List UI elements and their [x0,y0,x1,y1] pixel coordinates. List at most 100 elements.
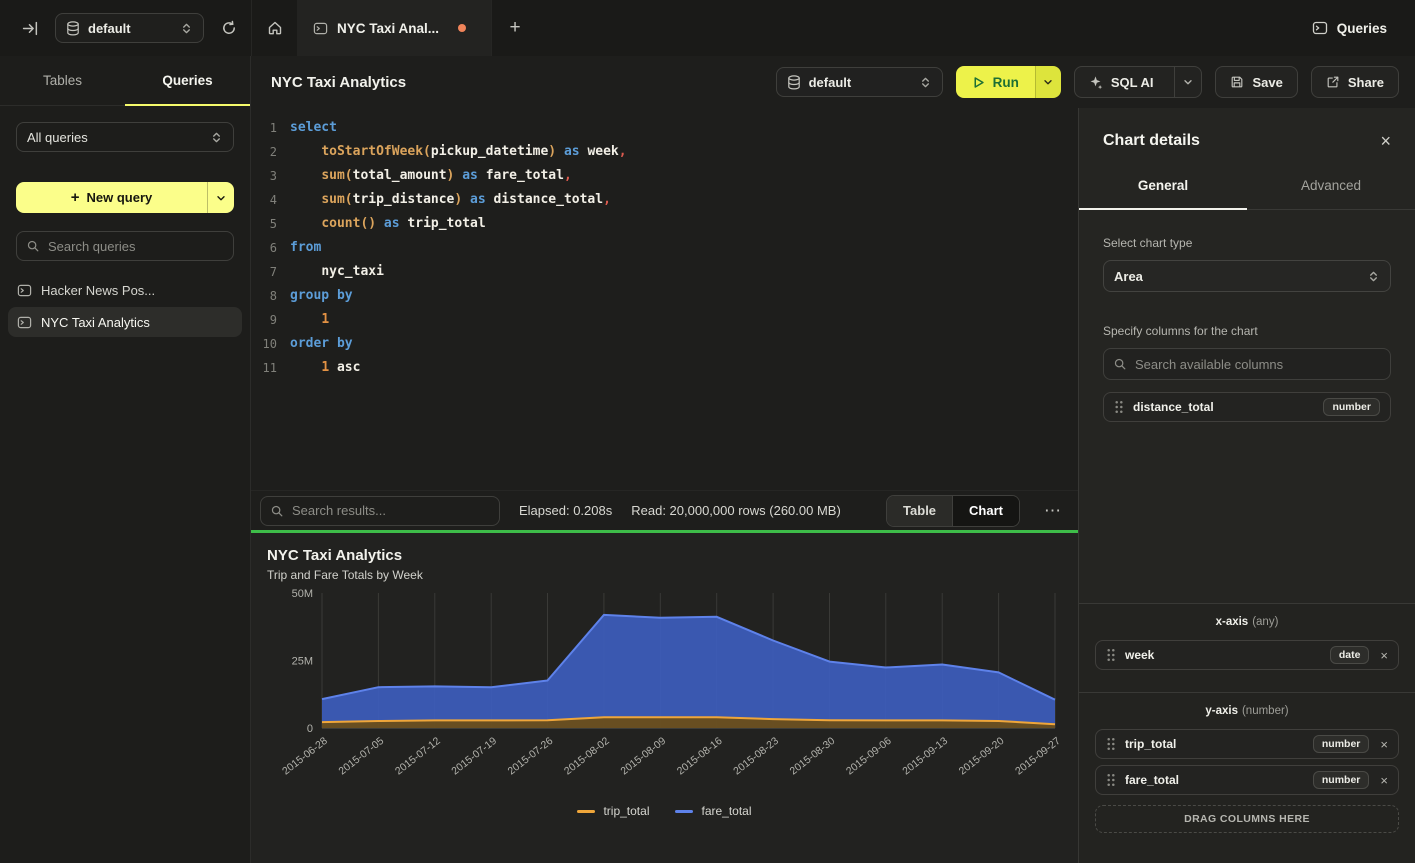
axis-configuration: x-axis(any) weekdate× y-axis(number) tri… [1079,603,1415,863]
new-query-button[interactable]: + New query [16,182,207,213]
search-icon [1113,357,1127,371]
refresh-icon [221,20,237,36]
database-selector[interactable]: default [55,13,204,43]
search-queries-input[interactable] [48,239,224,254]
sidebar-search-box [16,231,234,261]
code-line[interactable]: 7 nyc_taxi [251,260,1078,284]
chevron-down-icon [215,192,227,204]
x-tick-label: 2015-09-27 [1013,735,1062,778]
run-button[interactable]: Run [956,66,1035,98]
results-toolbar: Elapsed: 0.208s Read: 20,000,000 rows (2… [251,490,1078,530]
remove-column-button[interactable]: × [1380,649,1388,662]
line-number: 4 [251,188,277,212]
header-database-selector[interactable]: default [776,67,943,97]
query-list-item[interactable]: Hacker News Pos... [8,275,242,305]
column-name: fare_total [1125,773,1179,787]
share-icon [1326,75,1340,89]
x-tick-label: 2015-08-02 [562,735,612,778]
run-button-label: Run [993,75,1019,90]
refresh-button[interactable] [215,14,243,42]
sql-ai-menu-button[interactable] [1174,67,1201,97]
column-type-badge: number [1323,398,1380,416]
code-line[interactable]: 6from [251,236,1078,260]
sidebar-tab-tables[interactable]: Tables [0,56,125,105]
queries-filter-select[interactable]: All queries [16,122,234,152]
search-columns-input[interactable] [1135,357,1381,372]
search-results-input[interactable] [292,503,490,518]
sparkle-icon [1088,75,1103,90]
area-fare_total [322,615,1055,728]
share-button[interactable]: Share [1311,66,1399,98]
database-icon [787,75,801,90]
tab-nyc-taxi-analytics[interactable]: NYC Taxi Anal... [297,0,492,56]
x-tick-label: 2015-08-16 [675,735,725,778]
line-number: 11 [251,356,277,380]
line-number: 1 [251,116,277,140]
sql-ai-button[interactable]: SQL AI [1075,67,1167,97]
drag-handle-icon[interactable] [1106,737,1116,751]
code-line[interactable]: 8group by [251,284,1078,308]
save-button[interactable]: Save [1215,66,1297,98]
column-type-badge: number [1313,735,1370,753]
drag-handle-icon[interactable] [1106,773,1116,787]
close-panel-button[interactable]: × [1380,132,1391,150]
tab-title: NYC Taxi Anal... [337,21,439,36]
code-line[interactable]: 4 sum(trip_distance) as distance_total, [251,188,1078,212]
sidebar-tab-queries[interactable]: Queries [125,56,250,105]
view-toggle-table[interactable]: Table [887,496,952,526]
legend-label: trip_total [603,804,649,818]
code-line[interactable]: 1select [251,116,1078,140]
code-line[interactable]: 5 count() as trip_total [251,212,1078,236]
sql-editor[interactable]: 1select2 toStartOfWeek(pickup_datetime) … [251,108,1078,490]
code-line[interactable]: 9 1 [251,308,1078,332]
code-line[interactable]: 3 sum(total_amount) as fare_total, [251,164,1078,188]
chart-type-value: Area [1114,269,1143,284]
drag-handle-icon[interactable] [1106,648,1116,662]
code-line[interactable]: 10order by [251,332,1078,356]
drag-handle-icon[interactable] [1114,400,1124,414]
code-line[interactable]: 11 1 asc [251,356,1078,380]
x-tick-label: 2015-09-13 [900,735,950,778]
column-chip-distance_total[interactable]: distance_total number [1103,392,1391,422]
legend-item-fare_total[interactable]: fare_total [675,804,751,818]
remove-column-button[interactable]: × [1380,774,1388,787]
sidebar: TablesQueries All queries + New query Ha… [0,56,251,863]
home-tab-button[interactable] [252,0,297,56]
new-query-menu-button[interactable] [207,182,234,213]
column-type-badge: date [1330,646,1370,664]
read-stats-label: Read: 20,000,000 rows (260.00 MB) [631,503,841,518]
legend-item-trip_total[interactable]: trip_total [577,804,649,818]
column-chip-fare_total[interactable]: fare_totalnumber× [1095,765,1399,795]
chart-type-select[interactable]: Area [1103,260,1391,292]
code-line[interactable]: 2 toStartOfWeek(pickup_datetime) as week… [251,140,1078,164]
save-button-label: Save [1252,75,1282,90]
legend-swatch [675,810,693,813]
collapse-sidebar-button[interactable] [16,14,44,42]
query-list-item[interactable]: NYC Taxi Analytics [8,307,242,337]
drop-zone[interactable]: DRAG COLUMNS HERE [1095,805,1399,833]
y-tick-label: 0 [307,723,313,735]
query-item-label: NYC Taxi Analytics [41,315,150,330]
column-name: trip_total [1125,737,1176,751]
queries-button[interactable]: Queries [1312,20,1387,36]
x-tick-label: 2015-07-12 [393,735,443,778]
view-toggle-chart[interactable]: Chart [952,496,1019,526]
remove-column-button[interactable]: × [1380,738,1388,751]
run-options-button[interactable] [1035,66,1061,98]
panel-tab-general[interactable]: General [1079,162,1247,209]
panel-tab-advanced[interactable]: Advanced [1247,162,1415,209]
view-toggle: TableChart [886,495,1020,527]
column-name: week [1125,648,1154,662]
y-axis-header: y-axis(number) [1095,705,1399,721]
x-axis-label: x-axis [1216,616,1249,628]
column-name: distance_total [1133,400,1214,414]
chevron-updown-icon [1367,270,1380,283]
column-chip-trip_total[interactable]: trip_total number × [1095,729,1399,759]
new-tab-button[interactable]: + [492,0,538,56]
x-tick-label: 2015-08-30 [788,735,838,778]
more-options-button[interactable]: ⋯ [1039,501,1066,521]
column-chip-week[interactable]: week date × [1095,640,1399,670]
query-list: Hacker News Pos... NYC Taxi Analytics [8,275,242,337]
run-button-group: Run [956,66,1061,98]
x-tick-label: 2015-07-26 [506,735,556,778]
